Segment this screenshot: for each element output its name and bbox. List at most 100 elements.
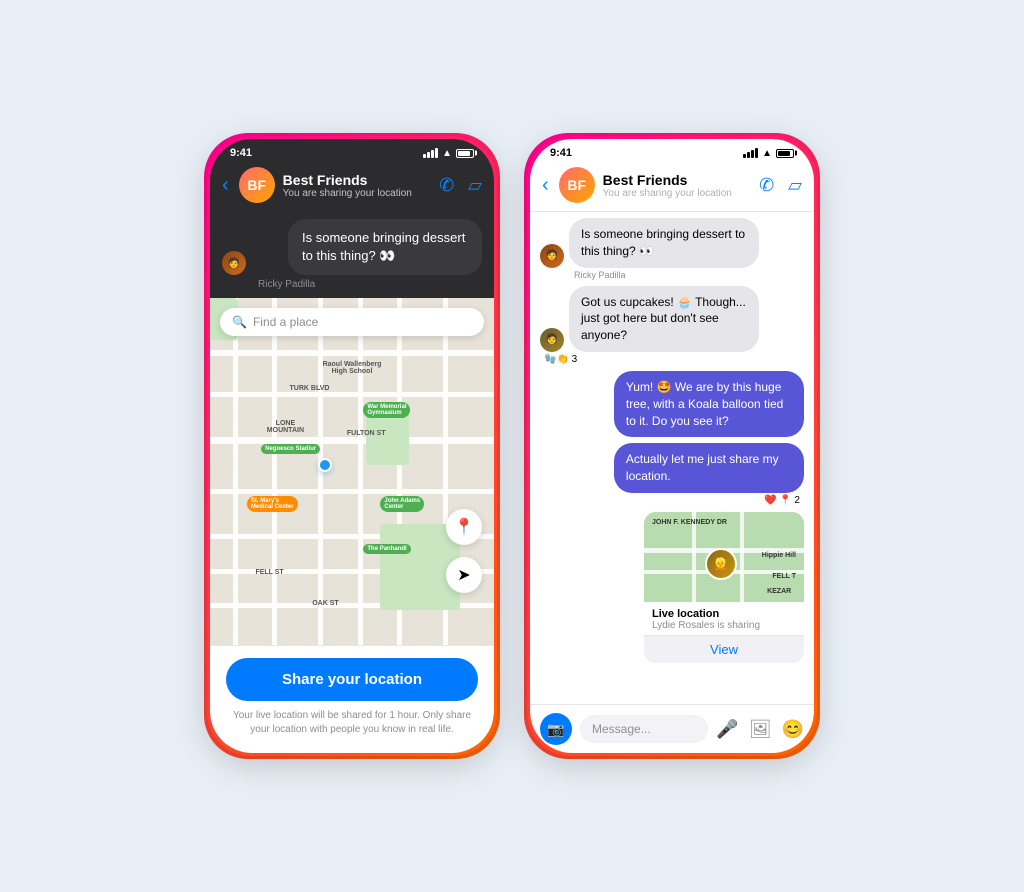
loc-label-kezar: KEZAR xyxy=(767,588,791,595)
msg-bubble-1: Is someone bringing dessert to this thin… xyxy=(569,218,759,268)
share-location-button[interactable]: Share your location xyxy=(226,658,478,701)
rbar4 xyxy=(755,148,758,158)
right-input-area: 📷 Message... 🎤 🖼 😊 xyxy=(530,704,814,753)
map-road-h3 xyxy=(210,437,494,444)
msg-sender-1: Ricky Padilla xyxy=(540,270,804,280)
left-share-area: Share your location Your live location w… xyxy=(210,645,494,753)
navigation-button[interactable]: ➤ xyxy=(446,557,482,593)
msg-row-received-2: 🧑 Got us cupcakes! 🧁 Though... just got … xyxy=(540,286,804,352)
msg-reactions-4: ❤️ 📍 2 xyxy=(540,495,804,506)
signal-bars-icon xyxy=(423,148,438,158)
right-phone-inner: 9:41 ▲ xyxy=(530,139,814,753)
left-call-button[interactable]: ✆ xyxy=(439,175,454,196)
right-header-actions: ✆ ▱ xyxy=(759,175,802,196)
msg-text-1: Is someone bringing dessert to this thin… xyxy=(581,227,745,258)
bar2 xyxy=(427,152,430,158)
location-title: Live location xyxy=(652,608,796,620)
rbar1 xyxy=(743,154,746,158)
map-poi-stmary: St. Mary'sMedical Center xyxy=(247,496,298,512)
left-phone-inner: 9:41 ▲ xyxy=(210,139,494,753)
loc-label-kennedy: JOHN F. KENNEDY DR xyxy=(652,519,727,526)
emoji-button[interactable]: 😊 xyxy=(782,719,804,740)
right-status-bar: 9:41 ▲ xyxy=(530,139,814,163)
left-phone: 9:41 ▲ xyxy=(207,136,497,756)
right-header-name: Best Friends xyxy=(603,172,751,188)
left-header-actions: ✆ ▱ xyxy=(439,175,482,196)
left-message-bubble: Is someone bringing dessert to this thin… xyxy=(288,219,482,275)
msg-row-sent-2: Actually let me just share my location. xyxy=(540,443,804,493)
map-label-school: Raoul WallenbergHigh School xyxy=(323,361,382,375)
right-call-button[interactable]: ✆ xyxy=(759,175,774,196)
camera-icon: 📷 xyxy=(547,721,564,738)
left-message-text: Is someone bringing dessert to this thin… xyxy=(302,229,468,265)
search-placeholder: Find a place xyxy=(253,315,318,329)
msg-text-2: Got us cupcakes! 🧁 Though... just got he… xyxy=(581,295,746,343)
navigation-icon: ➤ xyxy=(457,565,470,585)
map-search-bar[interactable]: 🔍 Find a place xyxy=(220,308,484,336)
msg-row-2: 🧑 Got us cupcakes! 🧁 Though... just got … xyxy=(540,286,804,365)
msg-text-4: Actually let me just share my location. xyxy=(626,452,779,483)
map-road-h1 xyxy=(210,350,494,356)
photo-button[interactable]: 🖼 xyxy=(749,719,772,740)
left-sender-name: Ricky Padilla xyxy=(258,279,482,290)
right-header-info: Best Friends You are sharing your locati… xyxy=(603,172,751,199)
message-placeholder: Message... xyxy=(592,722,651,736)
view-location-button[interactable]: View xyxy=(644,635,804,663)
right-video-button[interactable]: ▱ xyxy=(788,175,802,196)
share-disclaimer: Your live location will be shared for 1 … xyxy=(226,709,478,737)
msg-bubble-4: Actually let me just share my location. xyxy=(614,443,804,493)
msg-avatar-2: 🧑 xyxy=(540,328,564,352)
left-video-button[interactable]: ▱ xyxy=(468,175,482,196)
message-input[interactable]: Message... xyxy=(580,715,708,743)
right-signal-bars-icon xyxy=(743,148,758,158)
left-header-info: Best Friends You are sharing your locati… xyxy=(283,172,431,199)
msg-row-3: Yum! 🤩 We are by this huge tree, with a … xyxy=(540,371,804,437)
map-label-lone: LONEMOUNTAIN xyxy=(267,420,304,434)
map-label-oak: OAK ST xyxy=(312,600,338,607)
msg-reactions-2: 🧤👏 3 xyxy=(540,354,804,365)
msg-row-sent-1: Yum! 🤩 We are by this huge tree, with a … xyxy=(540,371,804,437)
map-poi-war: War MemorialGymnasium xyxy=(363,402,410,418)
location-pin-button[interactable]: 📍 xyxy=(446,509,482,545)
left-status-bar: 9:41 ▲ xyxy=(210,139,494,163)
left-chat-area: 🧑 Is someone bringing dessert to this th… xyxy=(210,211,494,298)
microphone-button[interactable]: 🎤 xyxy=(716,719,738,740)
input-actions: 🎤 🖼 😊 xyxy=(716,719,804,740)
left-back-button[interactable]: ‹ xyxy=(222,174,229,197)
map-road-h2 xyxy=(210,392,494,397)
camera-button[interactable]: 📷 xyxy=(540,713,572,745)
rbar2 xyxy=(747,152,750,158)
left-chat-header: ‹ BF Best Friends You are sharing your l… xyxy=(210,163,494,211)
bar4 xyxy=(435,148,438,158)
right-battery-fill xyxy=(778,151,790,156)
right-avatar-placeholder: BF xyxy=(559,167,595,203)
right-status-right: ▲ xyxy=(743,148,794,159)
left-sender-avatar: 🧑 xyxy=(222,251,246,275)
left-map-area[interactable]: Raoul WallenbergHigh School LONEMOUNTAIN… xyxy=(210,298,494,645)
user-location-dot xyxy=(318,458,332,472)
left-group-avatar: BF xyxy=(239,167,275,203)
left-status-right: ▲ xyxy=(423,148,474,159)
left-header-subtitle: You are sharing your location xyxy=(283,188,431,199)
left-phone-border: 9:41 ▲ xyxy=(204,133,500,759)
loc-user-avatar: 👱 xyxy=(705,548,737,580)
right-phone: 9:41 ▲ xyxy=(527,136,817,756)
map-road-v1 xyxy=(233,298,238,645)
map-road-v4 xyxy=(358,298,363,645)
map-poi-panhandle: The Panhandl xyxy=(363,544,410,554)
bar1 xyxy=(423,154,426,158)
msg-text-3: Yum! 🤩 We are by this huge tree, with a … xyxy=(626,380,783,428)
map-road-h4 xyxy=(210,489,494,494)
right-phone-border: 9:41 ▲ xyxy=(524,133,820,759)
right-back-button[interactable]: ‹ xyxy=(542,174,549,197)
location-subtitle: Lydie Rosales is sharing xyxy=(652,620,796,631)
right-header-subtitle: You are sharing your location xyxy=(603,188,751,199)
loc-road-v2 xyxy=(740,512,744,602)
left-time: 9:41 xyxy=(230,147,252,159)
pin-icon: 📍 xyxy=(454,517,474,537)
msg-row-received-1: 🧑 Is someone bringing dessert to this th… xyxy=(540,218,804,268)
msg-row-4: Actually let me just share my location. … xyxy=(540,443,804,506)
search-icon: 🔍 xyxy=(232,315,247,329)
location-map-preview: JOHN F. KENNEDY DR FELL T KEZAR Hippie H… xyxy=(644,512,804,602)
map-label-fell: FELL ST xyxy=(255,569,283,576)
